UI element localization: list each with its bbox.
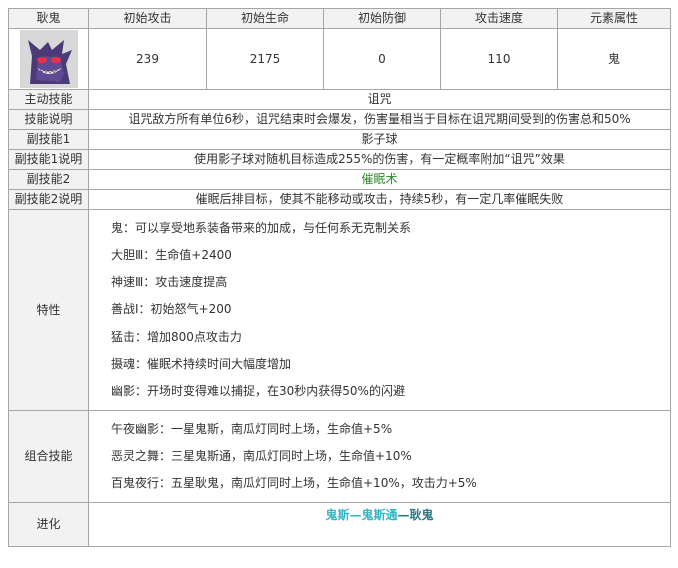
traits-row: 特性 鬼：可以享受地系装备带来的加成，与任何系无克制关系 大胆Ⅲ：生命值+240… [8,209,671,411]
evo-stage-2: 鬼斯通 [361,508,398,522]
stats-row: 239 2175 0 110 鬼 [8,28,671,90]
evolution-row: 进化 鬼斯—鬼斯通—耿鬼 [8,502,671,547]
header-defense: 初始防御 [323,8,441,29]
stat-element: 鬼 [557,28,671,90]
evolution-chain: 鬼斯—鬼斯通—耿鬼 [88,502,671,547]
pokemon-info-table: 耿鬼 初始攻击 初始生命 初始防御 攻击速度 元素属性 239 2175 0 1… [8,8,671,547]
avatar [19,30,78,88]
sub-skill2-desc-value: 催眠后排目标，使其不能移动或攻击，持续5秒，有一定几率催眠失败 [88,189,671,210]
stat-defense: 0 [323,28,441,90]
sub-skill2-row: 副技能2 催眠术 [8,169,671,190]
stat-hp: 2175 [206,28,324,90]
stat-attack: 239 [88,28,207,90]
traits-label: 特性 [8,209,89,411]
sub-skill1-label: 副技能1 [8,129,89,150]
trait-item: 幽影：开场时变得难以捕捉，在30秒内获得50%的闪避 [111,383,405,398]
header-element: 元素属性 [557,8,671,29]
header-speed: 攻击速度 [440,8,558,29]
trait-item: 鬼：可以享受地系装备带来的加成，与任何系无克制关系 [111,220,412,235]
trait-item: 神速Ⅲ：攻击速度提高 [111,275,228,290]
sub-skill1-desc-row: 副技能1说明 使用影子球对随机目标造成255%的伤害，有一定概率附加“诅咒”效果 [8,149,671,170]
active-skill-value: 诅咒 [88,89,671,110]
traits-list: 鬼：可以享受地系装备带来的加成，与任何系无克制关系 大胆Ⅲ：生命值+2400 神… [88,209,671,411]
trait-item: 摄魂：催眠术持续时间大幅度增加 [111,356,292,371]
evo-stage-3: 耿鬼 [409,508,434,522]
combo-item: 午夜幽影：一星鬼斯，南瓜灯同时上场，生命值+5% [111,421,393,436]
trait-item: 猛击：增加800点攻击力 [111,329,242,344]
sub-skill2-desc-label: 副技能2说明 [8,189,89,210]
skill-desc-value: 诅咒敌方所有单位6秒，诅咒结束时会爆发，伤害量相当于目标在诅咒期间受到的伤害总和… [88,109,671,130]
sub-skill1-value: 影子球 [88,129,671,150]
combos-list: 午夜幽影：一星鬼斯，南瓜灯同时上场，生命值+5% 恶灵之舞：三星鬼斯通，南瓜灯同… [88,410,671,503]
evo-separator: — [349,508,362,522]
trait-item: 善战Ⅰ：初始怒气+200 [111,302,232,317]
stat-speed: 110 [440,28,558,90]
sub-skill1-desc-label: 副技能1说明 [8,149,89,170]
combos-row: 组合技能 午夜幽影：一星鬼斯，南瓜灯同时上场，生命值+5% 恶灵之舞：三星鬼斯通… [8,410,671,503]
active-skill-label: 主动技能 [8,89,89,110]
header-name: 耿鬼 [8,8,89,29]
evo-separator: — [397,508,410,522]
header-row: 耿鬼 初始攻击 初始生命 初始防御 攻击速度 元素属性 [8,8,671,29]
evo-stage-1: 鬼斯 [325,508,350,522]
skill-desc-label: 技能说明 [8,109,89,130]
active-skill-row: 主动技能 诅咒 [8,89,671,110]
header-hp: 初始生命 [206,8,324,29]
sub-skill2-label: 副技能2 [8,169,89,190]
header-attack: 初始攻击 [88,8,207,29]
sub-skill1-desc-value: 使用影子球对随机目标造成255%的伤害，有一定概率附加“诅咒”效果 [88,149,671,170]
trait-item: 大胆Ⅲ：生命值+2400 [111,248,232,263]
avatar-cell [8,28,89,90]
combos-label: 组合技能 [8,410,89,503]
evolution-label: 进化 [8,502,89,547]
skill-desc-row: 技能说明 诅咒敌方所有单位6秒，诅咒结束时会爆发，伤害量相当于目标在诅咒期间受到… [8,109,671,130]
sub-skill2-desc-row: 副技能2说明 催眠后排目标，使其不能移动或攻击，持续5秒，有一定几率催眠失败 [8,189,671,210]
sub-skill1-row: 副技能1 影子球 [8,129,671,150]
sub-skill2-value: 催眠术 [88,169,671,190]
combo-item: 百鬼夜行：五星耿鬼，南瓜灯同时上场，生命值+10%，攻击力+5% [111,476,477,491]
combo-item: 恶灵之舞：三星鬼斯通，南瓜灯同时上场，生命值+10% [111,448,412,463]
